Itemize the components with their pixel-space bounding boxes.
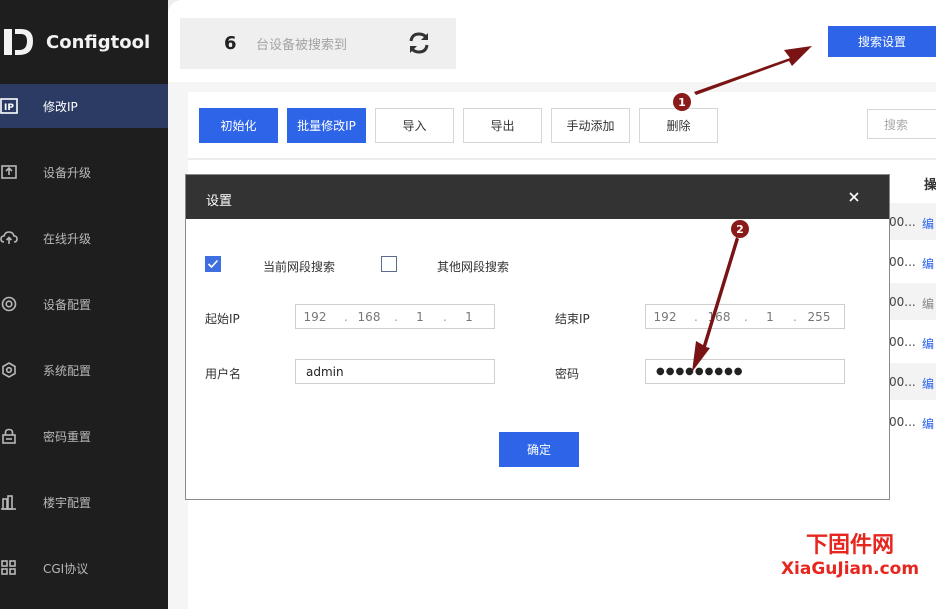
building-icon <box>0 492 24 512</box>
password-label: 密码 <box>555 367 580 381</box>
current-segment-label: 当前网段搜索 <box>263 260 336 274</box>
end-ip-input[interactable]: 192 . 168 . 1 . 255 <box>645 304 845 329</box>
ip-octet: 1 <box>465 310 473 324</box>
export-button[interactable]: 导出 <box>463 108 542 143</box>
ip-dot: . <box>443 310 447 324</box>
sidebar-item-system-config[interactable]: 系统配置 <box>0 348 168 392</box>
table-divider <box>188 158 936 160</box>
ip-octet: 192 <box>303 310 327 324</box>
column-header-actions: 操 <box>924 178 936 193</box>
device-count: 6 <box>224 33 237 54</box>
sidebar-item-online-upgrade[interactable]: 在线升级 <box>0 216 168 260</box>
device-count-text: 台设备被搜索到 <box>256 38 348 53</box>
ip-dot: . <box>744 310 748 324</box>
edit-link[interactable]: 编 <box>922 295 934 312</box>
import-button[interactable]: 导入 <box>375 108 454 143</box>
sidebar-item-label: 密码重置 <box>43 429 92 444</box>
close-icon[interactable] <box>848 191 860 206</box>
ip-octet: 168 <box>357 310 381 324</box>
initialize-button[interactable]: 初始化 <box>199 108 278 143</box>
sidebar-item-label: CGI协议 <box>43 561 89 576</box>
sidebar-item-label: 修改IP <box>43 99 78 114</box>
ip-octet: 168 <box>707 310 731 324</box>
sidebar-item-cgi-protocol[interactable]: CGI协议 <box>0 546 168 590</box>
cloud-upload-icon <box>0 228 24 248</box>
current-segment-checkbox[interactable] <box>205 256 221 272</box>
table-row: 00... <box>889 215 916 229</box>
grid-icon <box>0 558 24 578</box>
sidebar: Configtool IP 修改IP 设备升级 在线升级 设备配置 系统配置 密… <box>0 0 168 609</box>
ip-octet: 192 <box>653 310 677 324</box>
other-segment-checkbox[interactable] <box>381 256 397 272</box>
edit-link[interactable]: 编 <box>922 215 934 232</box>
username-input[interactable]: admin <box>295 359 495 384</box>
hexagon-gear-icon <box>0 360 24 380</box>
search-settings-button[interactable]: 搜索设置 <box>828 26 936 57</box>
lock-icon <box>0 426 24 446</box>
manual-add-button[interactable]: 手动添加 <box>551 108 630 143</box>
sidebar-item-label: 系统配置 <box>43 363 92 378</box>
ip-octet: 1 <box>416 310 424 324</box>
username-label: 用户名 <box>205 367 242 381</box>
table-row: 00... <box>889 375 916 389</box>
table-row: 00... <box>889 295 916 309</box>
sidebar-item-building-config[interactable]: 楼宇配置 <box>0 480 168 524</box>
refresh-icon[interactable] <box>406 30 432 59</box>
start-ip-input[interactable]: 192 . 168 . 1 . 1 <box>295 304 495 329</box>
target-icon <box>0 294 24 314</box>
dialog-title: 设置 <box>206 194 233 209</box>
sidebar-item-label: 楼宇配置 <box>43 495 92 510</box>
edit-link[interactable]: 编 <box>922 255 934 272</box>
ip-icon: IP <box>0 96 24 116</box>
ip-octet: 255 <box>807 310 831 324</box>
watermark: 下固件网 XiaGuJian.com <box>770 533 930 579</box>
ip-dot: . <box>793 310 797 324</box>
device-count-panel: 6 台设备被搜索到 <box>180 18 456 69</box>
sidebar-item-label: 在线升级 <box>43 231 92 246</box>
other-segment-label: 其他网段搜索 <box>437 260 510 274</box>
sidebar-item-modify-ip[interactable]: IP 修改IP <box>0 84 168 128</box>
ip-dot: . <box>344 310 348 324</box>
app-logo: Configtool <box>0 20 150 64</box>
app-name: Configtool <box>46 31 151 53</box>
dialog-header: 设置 <box>186 175 889 219</box>
svg-text:IP: IP <box>4 103 14 113</box>
table-row: 00... <box>889 255 916 269</box>
table-row: 00... <box>889 335 916 349</box>
upload-icon <box>0 162 24 182</box>
sidebar-item-label: 设备配置 <box>43 297 92 312</box>
edit-link[interactable]: 编 <box>922 335 934 352</box>
end-ip-label: 结束IP <box>555 312 590 326</box>
delete-button[interactable]: 删除 <box>639 108 718 143</box>
watermark-line1: 下固件网 <box>805 533 894 558</box>
ip-dot: . <box>394 310 398 324</box>
settings-dialog: 设置 当前网段搜索 其他网段搜索 起始IP 192 . 168 . 1 . 1 … <box>185 174 890 500</box>
edit-link[interactable]: 编 <box>922 415 934 432</box>
edit-link[interactable]: 编 <box>922 375 934 392</box>
logo-icon <box>0 22 40 62</box>
password-input[interactable]: ●●●●●●●●● <box>645 359 845 384</box>
watermark-line2: XiaGuJian.com <box>780 559 920 579</box>
sidebar-item-device-upgrade[interactable]: 设备升级 <box>0 150 168 194</box>
search-input[interactable]: 搜索 <box>867 109 936 139</box>
sidebar-item-device-config[interactable]: 设备配置 <box>0 282 168 326</box>
start-ip-label: 起始IP <box>205 312 240 326</box>
confirm-button[interactable]: 确定 <box>499 432 579 467</box>
sidebar-item-password-reset[interactable]: 密码重置 <box>0 414 168 458</box>
sidebar-item-label: 设备升级 <box>43 165 92 180</box>
ip-octet: 1 <box>766 310 774 324</box>
table-row: 00... <box>889 415 916 429</box>
ip-dot: . <box>694 310 698 324</box>
batch-modify-ip-button[interactable]: 批量修改IP <box>287 108 366 143</box>
